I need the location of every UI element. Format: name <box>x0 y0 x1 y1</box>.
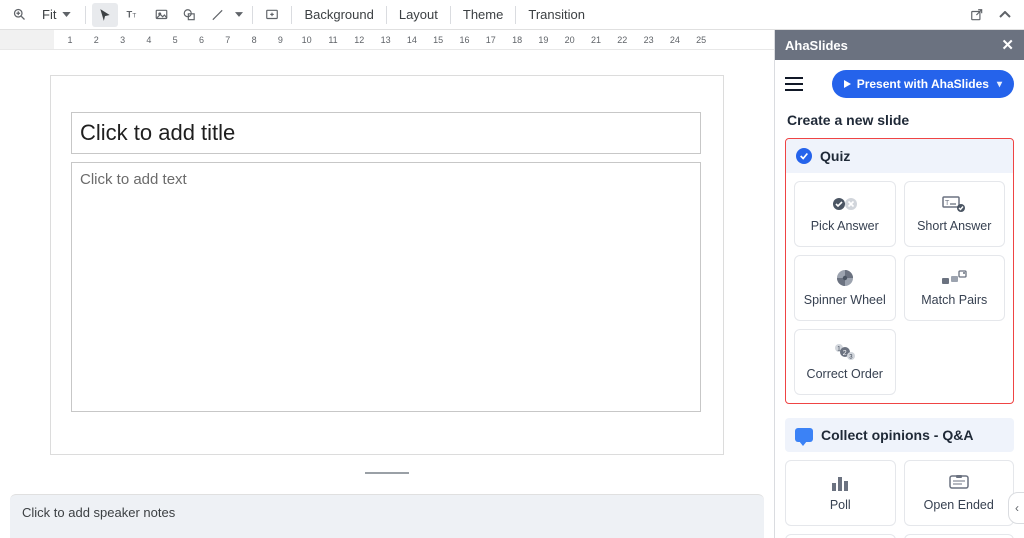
ruler-tick: 5 <box>167 35 183 45</box>
collect-group: Collect opinions - Q&A Poll Open Ended <box>785 418 1014 538</box>
text-box-button[interactable]: TT <box>120 3 146 27</box>
svg-text:T: T <box>126 9 132 19</box>
check-badge-icon <box>796 148 812 164</box>
select-tool-button[interactable] <box>92 3 118 27</box>
speaker-notes[interactable]: Click to add speaker notes <box>10 494 764 538</box>
ahaslides-panel: AhaSlides ✕ Present with AhaSlides ▾ Cre… <box>774 30 1024 538</box>
chevron-down-icon: ▾ <box>997 79 1002 90</box>
match-pairs-card[interactable]: Match Pairs <box>904 255 1006 321</box>
ruler-tick: 7 <box>220 35 236 45</box>
match-pairs-icon <box>941 269 967 287</box>
line-dropdown[interactable] <box>232 3 246 27</box>
collect-group-header[interactable]: Collect opinions - Q&A <box>785 418 1014 452</box>
toolbar-separator <box>85 6 86 24</box>
play-icon <box>844 80 851 88</box>
zoom-select[interactable]: Fit <box>34 3 79 27</box>
ruler-tick: 9 <box>272 35 288 45</box>
quiz-group-header[interactable]: Quiz <box>786 139 1013 173</box>
chat-icon <box>795 428 813 442</box>
layout-button[interactable]: Layout <box>393 3 444 27</box>
transition-button[interactable]: Transition <box>522 3 591 27</box>
ruler-tick: 6 <box>194 35 210 45</box>
panel-title: AhaSlides <box>785 38 848 53</box>
pick-answer-card[interactable]: Pick Answer <box>794 181 896 247</box>
image-button[interactable] <box>148 3 174 27</box>
spinner-wheel-card[interactable]: Spinner Wheel <box>794 255 896 321</box>
toolbar-separator <box>291 6 292 24</box>
ruler-tick: 11 <box>325 35 341 45</box>
panel-header: AhaSlides ✕ <box>775 30 1024 60</box>
poll-card[interactable]: Poll <box>785 460 896 526</box>
collapse-toolbar-button[interactable] <box>992 3 1018 27</box>
poll-icon <box>831 474 849 492</box>
ruler-tick: 22 <box>614 35 630 45</box>
ruler-tick: 24 <box>667 35 683 45</box>
create-heading: Create a new slide <box>775 108 1024 138</box>
ruler-tick: 14 <box>404 35 420 45</box>
ruler-tick: 23 <box>641 35 657 45</box>
spinner-wheel-icon <box>836 269 854 287</box>
background-button[interactable]: Background <box>298 3 379 27</box>
open-ended-card[interactable]: Open Ended <box>904 460 1015 526</box>
export-button[interactable] <box>964 3 990 27</box>
toolbar-separator <box>386 6 387 24</box>
short-answer-card[interactable]: T Short Answer <box>904 181 1006 247</box>
ruler-tick: 3 <box>115 35 131 45</box>
ruler-tick: 19 <box>535 35 551 45</box>
horizontal-ruler: 1234567891011121314151617181920212223242… <box>0 30 774 50</box>
slide-editor: 1234567891011121314151617181920212223242… <box>0 30 774 538</box>
ruler-tick: 18 <box>509 35 525 45</box>
svg-text:T: T <box>132 12 136 19</box>
ruler-tick: 25 <box>693 35 709 45</box>
slide-canvas[interactable]: Click to add title Click to add text <box>51 76 723 454</box>
ruler-tick: 15 <box>430 35 446 45</box>
zoom-label: Fit <box>42 7 56 22</box>
pick-answer-icon <box>832 195 858 213</box>
word-cloud-card[interactable]: Word Cloud <box>785 534 896 538</box>
line-button[interactable] <box>204 3 230 27</box>
short-answer-icon: T <box>942 195 966 213</box>
close-icon[interactable]: ✕ <box>1001 36 1014 54</box>
ruler-tick: 13 <box>378 35 394 45</box>
ruler-tick: 10 <box>299 35 315 45</box>
menu-icon[interactable] <box>785 77 803 91</box>
ruler-tick: 2 <box>88 35 104 45</box>
ruler-tick: 20 <box>562 35 578 45</box>
svg-text:T: T <box>945 200 950 207</box>
ruler-tick: 8 <box>246 35 262 45</box>
present-button[interactable]: Present with AhaSlides ▾ <box>832 70 1014 98</box>
theme-button[interactable]: Theme <box>457 3 509 27</box>
correct-order-icon: 123 <box>834 343 856 361</box>
slide-canvas-wrap: Click to add title Click to add text <box>0 50 774 484</box>
body-placeholder[interactable]: Click to add text <box>71 162 701 412</box>
zoom-in-icon[interactable] <box>6 3 32 27</box>
ruler-tick: 17 <box>483 35 499 45</box>
ruler-tick: 1 <box>62 35 78 45</box>
scales-card[interactable]: Scales <box>904 534 1015 538</box>
ruler-tick: 16 <box>457 35 473 45</box>
toolbar: Fit TT Background Layout Theme Transitio… <box>0 0 1024 30</box>
svg-text:2: 2 <box>843 350 847 357</box>
ruler-tick: 21 <box>588 35 604 45</box>
ruler-tick: 12 <box>351 35 367 45</box>
comment-button[interactable] <box>259 3 285 27</box>
slide-resize-handle[interactable] <box>365 472 409 474</box>
ruler-tick: 4 <box>141 35 157 45</box>
shape-button[interactable] <box>176 3 202 27</box>
toolbar-separator <box>252 6 253 24</box>
title-placeholder[interactable]: Click to add title <box>71 112 701 154</box>
toolbar-separator <box>450 6 451 24</box>
panel-collapse-handle[interactable]: ‹ <box>1008 492 1024 524</box>
quiz-group: Quiz Pick Answer T Short Answer <box>785 138 1014 404</box>
open-ended-icon <box>949 474 969 492</box>
correct-order-card[interactable]: 123 Correct Order <box>794 329 896 395</box>
toolbar-separator <box>515 6 516 24</box>
